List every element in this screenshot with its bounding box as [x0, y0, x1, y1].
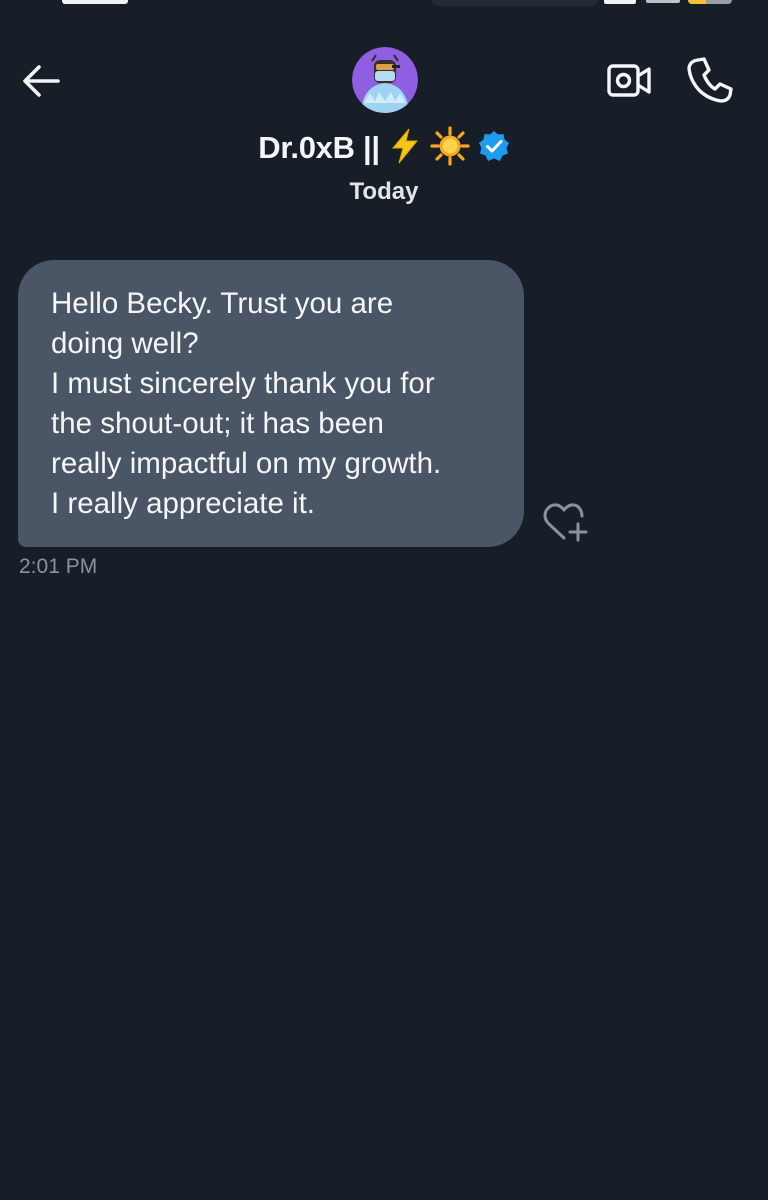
status-island — [430, 0, 600, 6]
sun-emoji — [430, 125, 470, 171]
video-call-button[interactable] — [604, 56, 654, 106]
message-text-line: I really appreciate it. — [51, 487, 315, 520]
add-reaction-button[interactable] — [540, 500, 592, 546]
status-bar — [0, 0, 768, 8]
phone-icon — [687, 57, 733, 103]
message-bubble[interactable]: Hello Becky. Trust you are doing well? I… — [18, 260, 524, 547]
network-icon — [646, 0, 680, 3]
message-timestamp: 2:01 PM — [19, 555, 98, 578]
battery-icon — [688, 0, 732, 4]
message-text-line: really impactful on my growth. — [51, 447, 442, 480]
date-separator: Today — [349, 178, 419, 205]
lightning-emoji — [388, 128, 422, 169]
video-camera-icon — [607, 64, 651, 97]
voice-call-button[interactable] — [684, 54, 736, 106]
signal-icon — [604, 0, 636, 4]
message-text-line: I must sincerely thank you for — [51, 367, 435, 400]
message-text-line: Hello Becky. Trust you are — [51, 287, 394, 320]
contact-name-row[interactable]: Dr.0xB || — [0, 124, 768, 172]
back-button[interactable] — [18, 58, 64, 104]
arrow-left-icon — [23, 65, 60, 97]
verified-badge-icon — [478, 130, 510, 167]
heart-add-icon — [543, 503, 588, 542]
status-time — [62, 0, 128, 4]
contact-name: Dr.0xB || — [258, 130, 380, 165]
message-text-line: doing well? — [51, 327, 199, 360]
avatar[interactable] — [352, 47, 418, 113]
message-text-line: the shout-out; it has been — [51, 407, 384, 440]
